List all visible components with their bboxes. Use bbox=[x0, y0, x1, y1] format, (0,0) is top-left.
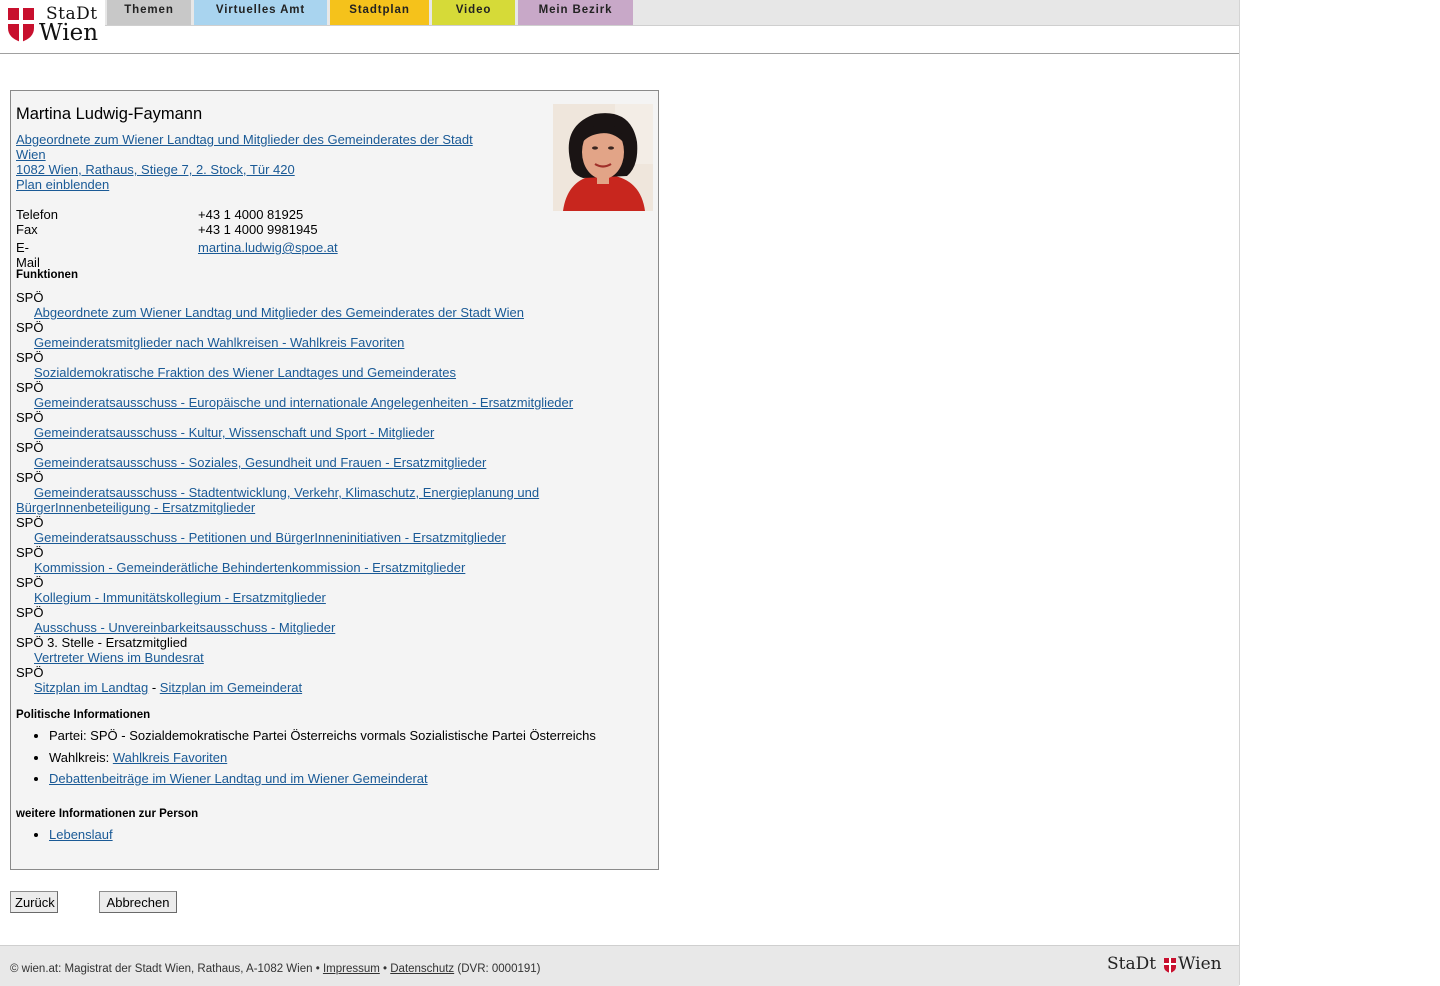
footer-text: © wien.at: Magistrat der Stadt Wien, Rat… bbox=[10, 963, 541, 975]
cancel-button[interactable]: Abbrechen bbox=[99, 891, 177, 913]
cv-link[interactable]: Lebenslauf bbox=[49, 827, 113, 842]
email-link[interactable]: martina.ludwig@spoe.at bbox=[198, 240, 338, 255]
footer-logo-stadt: StaDt bbox=[1107, 954, 1157, 974]
person-card: Martina Ludwig-Faymann Abgeordnete zum W… bbox=[10, 90, 659, 870]
logo-wien-text: Wien bbox=[39, 20, 99, 46]
phone-label: Telefon bbox=[16, 207, 58, 222]
footer-logo[interactable]: StaDt Wien bbox=[1106, 954, 1230, 976]
tab-themen[interactable]: Themen bbox=[107, 0, 191, 25]
function-item: SPÖ Ausschuss - Unvereinbarkeitsausschuss… bbox=[16, 605, 616, 635]
tab-stadtplan[interactable]: Stadtplan bbox=[330, 0, 429, 25]
party-info: Partei: SPÖ - Sozialdemokratische Partei… bbox=[49, 728, 596, 744]
footer: © wien.at: Magistrat der Stadt Wien, Rat… bbox=[0, 945, 1239, 986]
back-button[interactable]: Zurück bbox=[10, 891, 58, 913]
function-party: SPÖ bbox=[16, 545, 44, 560]
tab-mein-bezirk[interactable]: Mein Bezirk bbox=[518, 0, 633, 25]
datenschutz-link[interactable]: Datenschutz bbox=[390, 963, 454, 975]
function-item: SPÖ Gemeinderatsausschuss - Kultur, Wisse… bbox=[16, 410, 616, 440]
political-info-list: Partei: SPÖ - Sozialdemokratische Partei… bbox=[16, 728, 596, 793]
function-party: SPÖ bbox=[16, 320, 44, 335]
portrait-photo bbox=[553, 104, 653, 211]
district-label: Wahlkreis: bbox=[49, 749, 110, 765]
function-party: SPÖ bbox=[16, 440, 44, 455]
function-link[interactable]: Abgeordnete zum Wiener Landtag und Mitgl… bbox=[34, 305, 524, 320]
function-item: SPÖ Sitzplan im Landtag - Sitzplan im Ge… bbox=[16, 665, 616, 695]
function-link[interactable]: Gemeinderatsausschuss - Petitionen und B… bbox=[34, 530, 506, 545]
address-link[interactable]: 1082 Wien, Rathaus, Stiege 7, 2. Stock, … bbox=[16, 162, 295, 177]
function-party: SPÖ bbox=[16, 350, 44, 365]
political-info-heading: Politische Informationen bbox=[16, 709, 151, 721]
function-party: SPÖ bbox=[16, 410, 44, 425]
tab-video[interactable]: Video bbox=[432, 0, 515, 25]
function-party: SPÖ bbox=[16, 470, 44, 485]
function-item: SPÖ Sozialdemokratische Fraktion des Wien… bbox=[16, 350, 616, 380]
function-link[interactable]: Gemeinderatsausschuss - Kultur, Wissensc… bbox=[34, 425, 434, 440]
more-info-list: Lebenslauf bbox=[16, 827, 113, 849]
function-party: SPÖ bbox=[16, 515, 44, 530]
functions-list: SPÖ Abgeordnete zum Wiener Landtag und Mi… bbox=[16, 290, 616, 695]
phone-value: +43 1 4000 81925 bbox=[198, 207, 304, 222]
function-party: SPÖ 3. Stelle - Ersatzmitglied bbox=[16, 635, 188, 650]
more-info-heading: weitere Informationen zur Person bbox=[16, 808, 199, 820]
seating-plan-landtag-link[interactable]: Sitzplan im Landtag bbox=[34, 680, 148, 695]
impressum-link[interactable]: Impressum bbox=[323, 963, 380, 975]
function-party: SPÖ bbox=[16, 665, 44, 680]
function-item: SPÖ Gemeinderatsausschuss - Petitionen un… bbox=[16, 515, 616, 545]
copyright-text: © wien.at: Magistrat der Stadt Wien, Rat… bbox=[10, 963, 320, 975]
party-text: Partei: SPÖ - Sozialdemokratische Partei… bbox=[49, 728, 596, 743]
function-party: SPÖ bbox=[16, 290, 44, 305]
function-item: SPÖ Gemeinderatsausschuss - Stadtentwickl… bbox=[16, 470, 561, 515]
tab-virtuelles-amt[interactable]: Virtuelles Amt bbox=[194, 0, 327, 25]
function-item: SPÖ Kollegium - Immunitätskollegium - Ers… bbox=[16, 575, 616, 605]
footer-logo-wien: Wien bbox=[1178, 954, 1222, 974]
function-link[interactable]: Ausschuss - Unvereinbarkeitsausschuss - … bbox=[34, 620, 335, 635]
function-item: SPÖ Abgeordnete zum Wiener Landtag und Mi… bbox=[16, 290, 616, 320]
functions-heading: Funktionen bbox=[16, 269, 78, 281]
debates-link[interactable]: Debattenbeiträge im Wiener Landtag und i… bbox=[49, 771, 428, 786]
function-link[interactable]: Gemeinderatsmitglieder nach Wahlkreisen … bbox=[34, 335, 404, 350]
header: StaDt Wien Themen Virtuelles Amt Stadtpl… bbox=[0, 0, 1239, 54]
function-item: SPÖ Gemeinderatsmitglieder nach Wahlkreis… bbox=[16, 320, 616, 350]
debates-info: Debattenbeiträge im Wiener Landtag und i… bbox=[49, 771, 596, 787]
seating-plan-gemeinderat-link[interactable]: Sitzplan im Gemeinderat bbox=[160, 680, 302, 695]
cv-item: Lebenslauf bbox=[49, 827, 113, 843]
fax-value: +43 1 4000 9981945 bbox=[198, 222, 318, 237]
fax-label: Fax bbox=[16, 222, 38, 237]
person-name: Martina Ludwig-Faymann bbox=[16, 105, 203, 123]
footer-bullet: • bbox=[383, 963, 388, 975]
main-navigation: Themen Virtuelles Amt Stadtplan Video Me… bbox=[105, 0, 1239, 26]
show-map-link[interactable]: Plan einblenden bbox=[16, 177, 109, 192]
seat-separator: - bbox=[151, 680, 157, 695]
email-label: E-Mail bbox=[16, 240, 40, 270]
stadt-wien-logo[interactable]: StaDt Wien bbox=[8, 4, 100, 46]
function-link[interactable]: Gemeinderatsausschuss - Europäische und … bbox=[34, 395, 573, 410]
footer-shield-icon bbox=[1164, 958, 1176, 973]
function-link[interactable]: Kommission - Gemeinderätliche Behinderte… bbox=[34, 560, 465, 575]
function-item: SPÖ 3. Stelle - Ersatzmitglied Vertreter … bbox=[16, 635, 616, 665]
function-party: SPÖ bbox=[16, 575, 44, 590]
wien-shield-icon bbox=[8, 8, 34, 42]
district-link[interactable]: Wahlkreis Favoriten bbox=[113, 750, 227, 765]
function-link[interactable]: Sozialdemokratische Fraktion des Wiener … bbox=[34, 365, 456, 380]
function-link[interactable]: Kollegium - Immunitätskollegium - Ersatz… bbox=[34, 590, 326, 605]
function-link[interactable]: Vertreter Wiens im Bundesrat bbox=[34, 650, 204, 665]
function-link[interactable]: Gemeinderatsausschuss - Soziales, Gesund… bbox=[34, 455, 486, 470]
dvr-text: (DVR: 0000191) bbox=[457, 963, 541, 975]
position-title-link[interactable]: Abgeordnete zum Wiener Landtag und Mitgl… bbox=[16, 132, 486, 162]
function-item: SPÖ Gemeinderatsausschuss - Soziales, Ges… bbox=[16, 440, 616, 470]
page: StaDt Wien Themen Virtuelles Amt Stadtpl… bbox=[0, 0, 1240, 986]
function-item: SPÖ Gemeinderatsausschuss - Europäische u… bbox=[16, 380, 616, 410]
district-info: Wahlkreis: Wahlkreis Favoriten bbox=[49, 750, 596, 766]
function-link[interactable]: Gemeinderatsausschuss - Stadtentwicklung… bbox=[16, 485, 539, 515]
function-item: SPÖ Kommission - Gemeinderätliche Behinde… bbox=[16, 545, 616, 575]
function-party: SPÖ bbox=[16, 605, 44, 620]
function-party: SPÖ bbox=[16, 380, 44, 395]
